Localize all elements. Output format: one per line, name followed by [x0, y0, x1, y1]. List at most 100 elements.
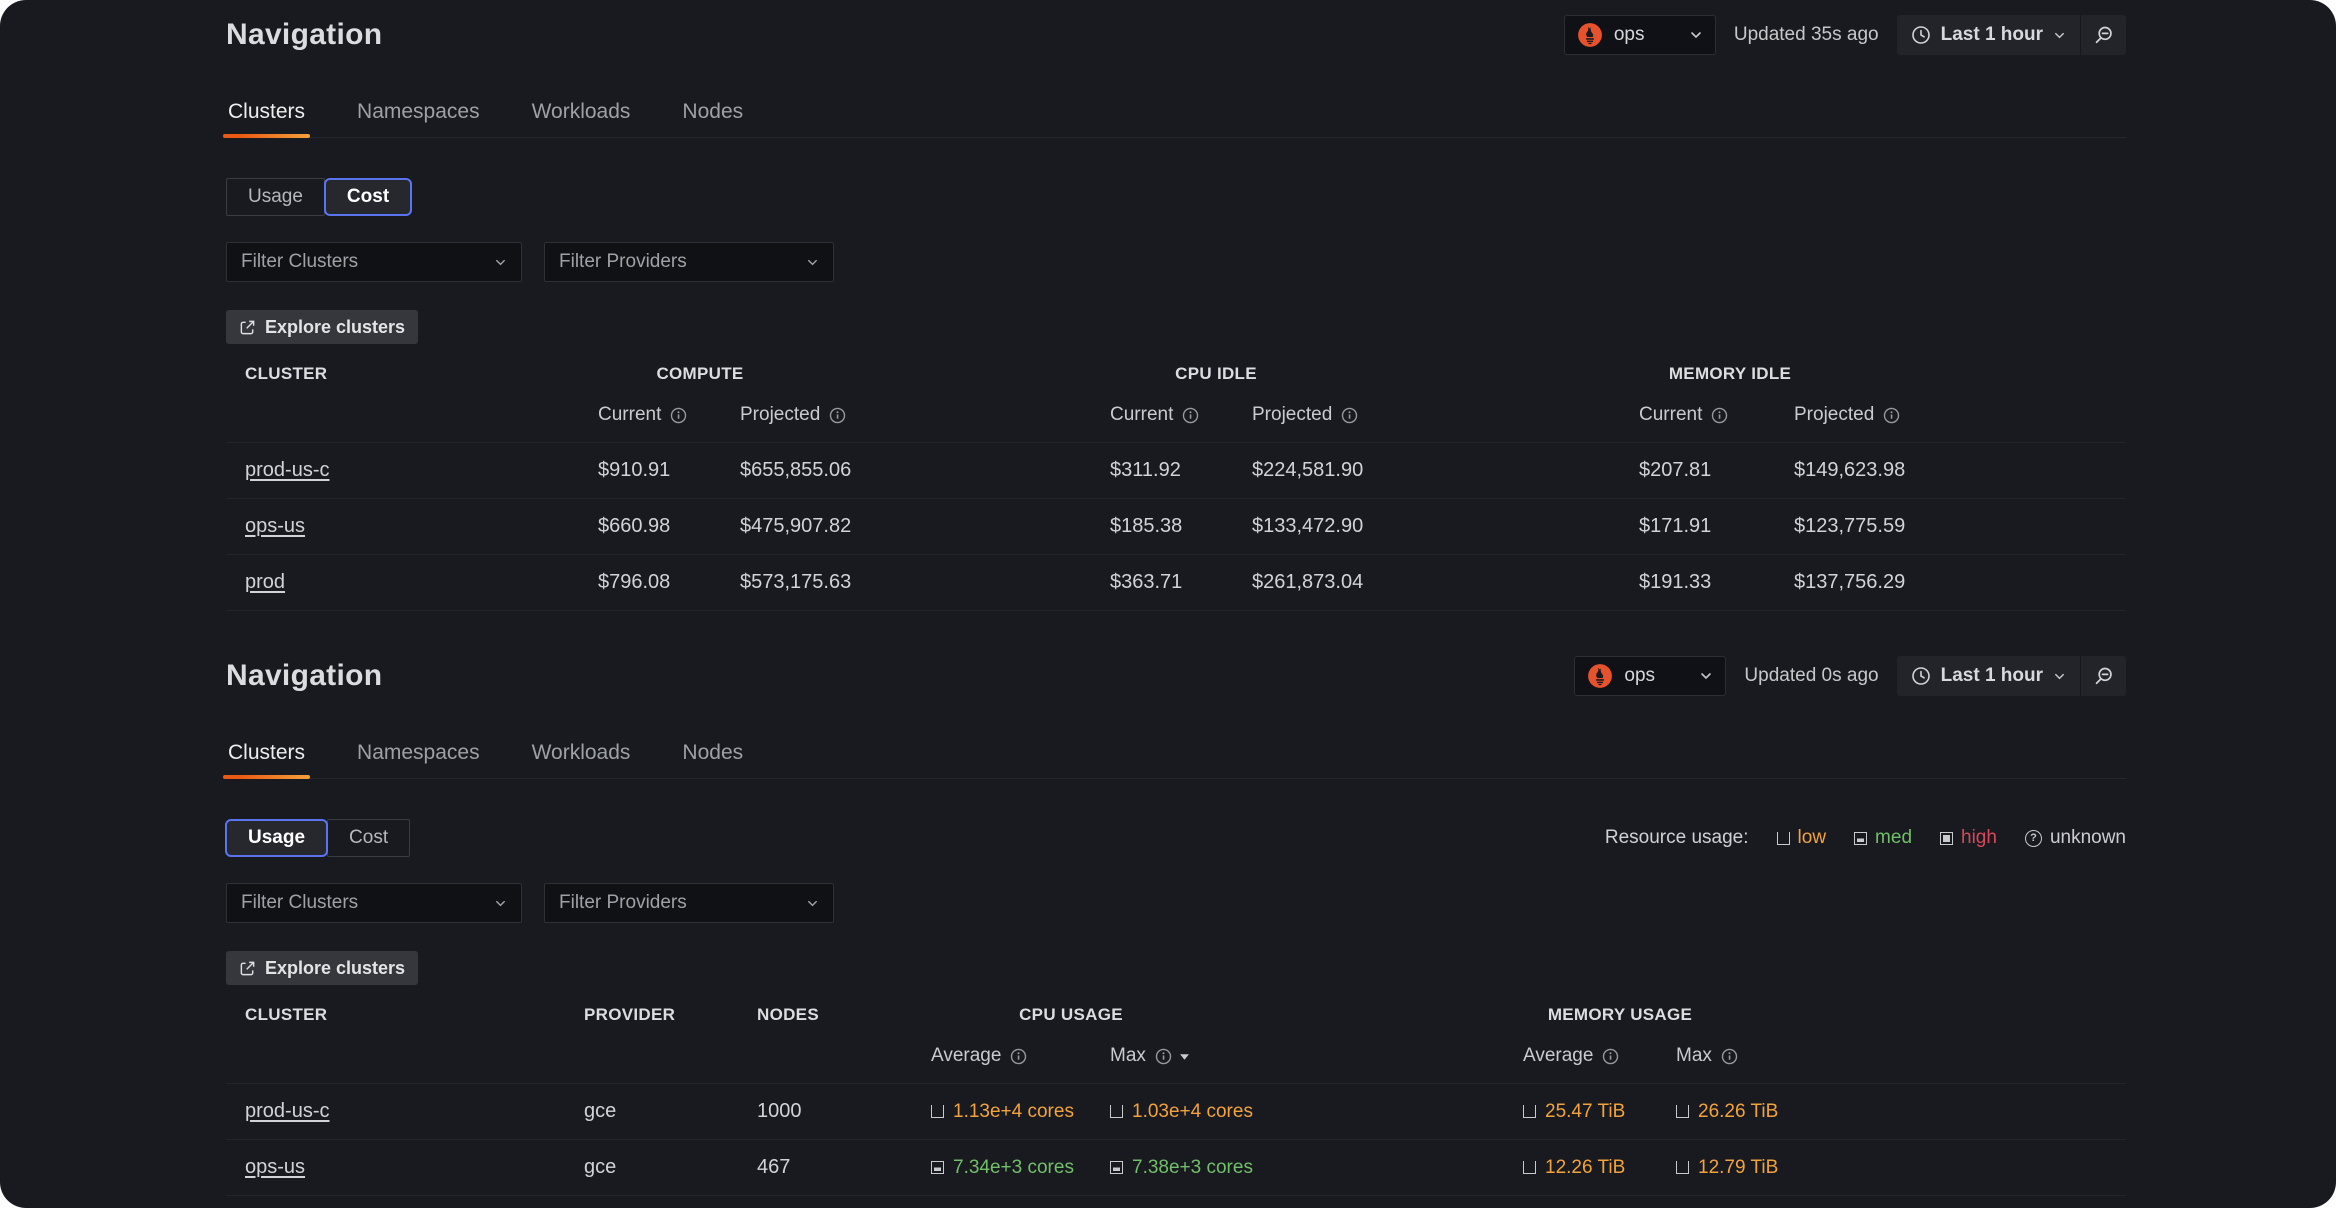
mem-average-value: 12.26 TiB — [1523, 1157, 1676, 1179]
info-icon[interactable] — [1711, 407, 1728, 424]
magnifier-minus-icon — [2093, 666, 2114, 687]
cpu-average-value: 1.13e+4 cores — [931, 1101, 1110, 1123]
question-circle-icon — [2025, 830, 2042, 847]
filter-providers-placeholder: Filter Providers — [559, 251, 687, 273]
tab-clusters[interactable]: Clusters — [226, 92, 307, 137]
time-range-picker[interactable]: Last 1 hour — [1897, 15, 2080, 55]
subheader-cpu-max[interactable]: Max — [1110, 1045, 1523, 1067]
datasource-picker[interactable]: ops — [1574, 656, 1726, 696]
subheader-cpu-projected[interactable]: Projected — [1252, 404, 1639, 426]
table-group-header-row: CLUSTER PROVIDER NODES CPU USAGE MEMORY … — [226, 1005, 2126, 1027]
mem-max-value: 12.79 TiB — [1676, 1157, 2126, 1179]
filter-clusters-select[interactable]: Filter Clusters — [226, 883, 522, 923]
info-icon[interactable] — [670, 407, 687, 424]
info-icon[interactable] — [1883, 407, 1900, 424]
tab-nodes[interactable]: Nodes — [680, 733, 745, 778]
time-range-label: Last 1 hour — [1941, 24, 2043, 46]
filter-row: Filter Clusters Filter Providers — [226, 242, 2126, 282]
mem-projected-value: $137,756.29 — [1794, 571, 2126, 594]
table-row: ops-us gce 467 7.34e+3 cores 7.38e+3 cor… — [226, 1139, 2126, 1195]
usage-level-icon — [1110, 1161, 1123, 1174]
column-header-provider: PROVIDER — [584, 1005, 675, 1025]
subheader-mem-average[interactable]: Average — [1523, 1045, 1676, 1067]
cpu-projected-value: $261,873.04 — [1252, 571, 1639, 594]
level-high-icon — [1940, 832, 1953, 845]
table-group-header-row: CLUSTER COMPUTE CPU IDLE MEMORY IDLE — [226, 364, 2126, 386]
chevron-down-icon — [806, 897, 819, 910]
cluster-link[interactable]: prod-us-c — [245, 1100, 329, 1122]
cpu-max-value: 1.03e+4 cores — [1110, 1101, 1523, 1123]
mem-current-value: $207.81 — [1639, 459, 1794, 482]
usage-panel: Navigation ops Updated 0s ago Last 1 hou… — [0, 641, 2336, 1208]
tab-namespaces[interactable]: Namespaces — [355, 92, 482, 137]
explore-clusters-button[interactable]: Explore clusters — [226, 951, 418, 985]
tab-nodes[interactable]: Nodes — [680, 92, 745, 137]
tab-namespaces[interactable]: Namespaces — [355, 733, 482, 778]
time-range-picker[interactable]: Last 1 hour — [1897, 656, 2080, 696]
view-tabs: Clusters Namespaces Workloads Nodes — [226, 733, 2126, 779]
cluster-link[interactable]: ops-us — [245, 1156, 305, 1178]
time-controls: Last 1 hour — [1897, 656, 2126, 696]
usage-level-icon — [1676, 1161, 1689, 1174]
filter-providers-select[interactable]: Filter Providers — [544, 883, 834, 923]
cluster-link[interactable]: prod-us-c — [245, 459, 329, 481]
mem-max-value: 26.26 TiB — [1676, 1101, 2126, 1123]
tab-workloads[interactable]: Workloads — [530, 733, 633, 778]
legend-item-low: low — [1777, 827, 1827, 849]
datasource-picker[interactable]: ops — [1564, 15, 1716, 55]
info-icon[interactable] — [829, 407, 846, 424]
subheader-cpu-average[interactable]: Average — [931, 1045, 1110, 1067]
usage-toggle-button[interactable]: Usage — [226, 178, 325, 216]
panel-header: Navigation ops Updated 0s ago Last 1 hou… — [226, 641, 2126, 699]
subheader-cpu-current[interactable]: Current — [1110, 404, 1252, 426]
compute-current-value: $910.91 — [598, 459, 740, 482]
cluster-link[interactable]: prod — [245, 571, 285, 593]
info-icon[interactable] — [1155, 1048, 1172, 1065]
cpu-projected-value: $224,581.90 — [1252, 459, 1639, 482]
zoom-out-button[interactable] — [2080, 15, 2126, 55]
compute-projected-value: $573,175.63 — [740, 571, 1110, 594]
subheader-mem-current[interactable]: Current — [1639, 404, 1794, 426]
info-icon[interactable] — [1182, 407, 1199, 424]
mem-projected-value: $149,623.98 — [1794, 459, 2126, 482]
info-icon[interactable] — [1010, 1048, 1027, 1065]
provider-value: gce — [584, 1100, 757, 1123]
prometheus-logo-icon — [1577, 22, 1603, 48]
table-row: prod-us-c $910.91 $655,855.06 $311.92 $2… — [226, 442, 2126, 498]
updated-status: Updated 0s ago — [1744, 665, 1878, 687]
usage-level-icon — [931, 1105, 944, 1118]
usage-toggle-button[interactable]: Usage — [225, 819, 328, 857]
chevron-down-icon — [2053, 670, 2066, 683]
filter-providers-select[interactable]: Filter Providers — [544, 242, 834, 282]
external-link-icon — [239, 960, 256, 977]
info-icon[interactable] — [1721, 1048, 1738, 1065]
usage-cost-toggle: Usage Cost — [226, 178, 411, 216]
explore-clusters-button[interactable]: Explore clusters — [226, 310, 418, 344]
toolbar-row: Usage Cost — [226, 178, 2126, 216]
cluster-link[interactable]: ops-us — [245, 515, 305, 537]
explore-clusters-label: Explore clusters — [265, 317, 405, 338]
filter-row: Filter Clusters Filter Providers — [226, 883, 2126, 923]
info-icon[interactable] — [1341, 407, 1358, 424]
prometheus-logo-icon — [1587, 663, 1613, 689]
column-group-memory-idle: MEMORY IDLE — [1669, 364, 1791, 384]
cost-table: CLUSTER COMPUTE CPU IDLE MEMORY IDLE Cur… — [226, 364, 2126, 611]
magnifier-minus-icon — [2093, 25, 2114, 46]
cost-toggle-button[interactable]: Cost — [327, 819, 410, 857]
legend-item-unknown: unknown — [2025, 827, 2126, 849]
info-icon[interactable] — [1602, 1048, 1619, 1065]
subheader-mem-max[interactable]: Max — [1676, 1045, 2126, 1067]
table-subheader-row: Current Projected Current Projected Curr… — [226, 402, 2126, 428]
tab-workloads[interactable]: Workloads — [530, 92, 633, 137]
level-med-icon — [1854, 832, 1867, 845]
subheader-compute-projected[interactable]: Projected — [740, 404, 1110, 426]
sort-desc-icon[interactable] — [1179, 1051, 1190, 1062]
cost-toggle-button[interactable]: Cost — [324, 178, 412, 216]
subheader-compute-current[interactable]: Current — [598, 404, 740, 426]
tab-clusters[interactable]: Clusters — [226, 733, 307, 778]
subheader-mem-projected[interactable]: Projected — [1794, 404, 2126, 426]
zoom-out-button[interactable] — [2080, 656, 2126, 696]
explore-clusters-label: Explore clusters — [265, 958, 405, 979]
filter-clusters-select[interactable]: Filter Clusters — [226, 242, 522, 282]
panel-controls: ops Updated 0s ago Last 1 hour — [1574, 656, 2126, 696]
